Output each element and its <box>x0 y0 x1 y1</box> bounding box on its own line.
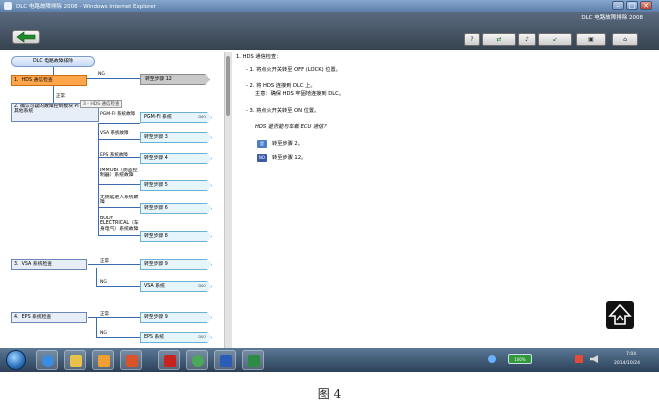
step-4-ng-label: NG <box>100 331 107 336</box>
instruction-step-2: - 2. 将 HDS 连接到 DLC 上。 <box>246 83 316 89</box>
refresh-button[interactable]: ⇄ <box>482 33 516 46</box>
clock-date[interactable]: 2014/10/24 <box>614 361 640 366</box>
ie-taskbar-icon[interactable] <box>36 350 58 370</box>
step-4-num: 4. <box>14 315 19 320</box>
eps-result-label: EPS 系统 <box>144 335 165 340</box>
ok-label: 正常 <box>56 94 65 99</box>
no-action[interactable]: 转至步骤 12。 <box>272 155 306 162</box>
figure-caption: 图 4 <box>317 387 342 401</box>
acrobat-taskbar-icon[interactable] <box>158 350 180 370</box>
instruction-question: HDS 是否能与车载 ECU 通信？ <box>255 124 329 130</box>
step-4-box[interactable]: 4. EPS 系统检查 <box>11 312 87 323</box>
audio-button[interactable]: ♪ <box>518 33 536 46</box>
yes-badge[interactable]: 是 <box>257 140 267 148</box>
yes-action[interactable]: 转至步骤 2。 <box>272 141 303 148</box>
instruction-heading: 1. HDS 通信检查： <box>236 54 282 60</box>
instruction-step-3: - 3. 将点火开关转至 ON 位置。 <box>246 108 320 114</box>
powerpoint-taskbar-icon[interactable] <box>120 350 142 370</box>
step-1-num: 1. <box>14 78 19 83</box>
step-3-normal-label: 正常 <box>100 259 109 264</box>
go-step-12-result[interactable]: 转至步骤 12 <box>140 74 210 85</box>
step-4-label: EPS 系统检查 <box>21 315 52 320</box>
back-arrow-icon <box>16 31 36 43</box>
go-step-9-result-b[interactable]: 转至步骤 9 <box>140 312 212 323</box>
app-title: DLC 电路故障排除 2008 <box>581 15 643 21</box>
vsa-branch-label: VSA 系统故障 <box>100 131 129 136</box>
step-4-normal-label: 正常 <box>100 312 109 317</box>
battery-indicator[interactable]: 100% <box>508 354 532 364</box>
home-button[interactable]: ⌂ <box>612 33 638 46</box>
step-3-label: VSA 系统检查 <box>21 262 53 267</box>
back-button[interactable] <box>12 30 40 44</box>
ng-label: NG <box>98 72 105 77</box>
clock-time[interactable]: 7:04 <box>626 352 636 357</box>
pgm-sub: DSO <box>198 115 206 119</box>
pgm-branch-label: PGM-FI 系统故障 <box>100 112 136 117</box>
ie-icon <box>4 2 12 10</box>
outlook-taskbar-icon[interactable] <box>92 350 114 370</box>
step-3-ng-label: NG <box>100 280 107 285</box>
eps-result[interactable]: EPS 系统 DSO <box>140 332 212 343</box>
minimize-button[interactable]: – <box>612 1 624 10</box>
go-step-6-result[interactable]: 转至步骤 6 <box>140 203 212 214</box>
keyless-branch-label: 无钥匙进入系统故障 <box>100 195 139 206</box>
vsa-result-label: VSA 系统 <box>144 284 165 289</box>
vsa-sub: DSO <box>198 284 206 288</box>
instruction-note: 主意：确保 HDS 牢固地连接到 DLC。 <box>255 91 344 97</box>
flow-start[interactable]: DLC 电路故障排除 <box>11 56 95 67</box>
page-up-icon[interactable] <box>606 301 634 329</box>
maximize-button[interactable]: □ <box>626 1 638 10</box>
step-1-box[interactable]: 1. HDS 通信检查 <box>11 75 87 86</box>
eps-branch-label: EPS 系统故障 <box>100 153 128 158</box>
start-button-icon[interactable] <box>6 350 26 370</box>
word-taskbar-icon[interactable] <box>214 350 236 370</box>
go-step-4-result[interactable]: 转至步骤 4 <box>140 153 212 164</box>
go-step-8-result[interactable]: 转至步骤 8 <box>140 231 212 242</box>
return-button[interactable]: ↙ <box>538 33 572 46</box>
go-step-5-result[interactable]: 转至步骤 5 <box>140 180 212 191</box>
window-button[interactable]: ▣ <box>576 33 606 46</box>
step-1-label: HDS 通信检查 <box>21 78 53 83</box>
tooltip: 3 - HDS 通信检查 <box>80 100 123 108</box>
immob-branch-label: IMMOBI（防盗控制器）系统故障 <box>100 168 138 179</box>
help-button[interactable]: ? <box>464 33 480 46</box>
vsa-result[interactable]: VSA 系统 DSO <box>140 281 212 292</box>
explorer-taskbar-icon[interactable] <box>64 350 86 370</box>
window-title: DLC 电路故障排除 2008 - Windows Internet Explo… <box>16 4 156 10</box>
instruction-step-1: - 1. 将点火开关转至 OFF (LOCK) 位置。 <box>246 67 341 73</box>
go-step-9-result[interactable]: 转至步骤 9 <box>140 259 212 270</box>
close-button[interactable]: ✕ <box>640 1 652 10</box>
pgm-result[interactable]: PGM-FI 系统 DSO <box>140 112 212 123</box>
excel-taskbar-icon[interactable] <box>242 350 264 370</box>
go-step-3-result[interactable]: 转至步骤 3 <box>140 132 212 143</box>
flowchart-pane: DLC 电路故障排除 1. HDS 通信检查 NG 转至步骤 12 正常 2. … <box>0 50 221 348</box>
page-up-glyph <box>608 303 632 325</box>
eps-sub: DSO <box>198 335 206 339</box>
step-3-num: 3. <box>14 262 19 267</box>
scrollbar-thumb[interactable] <box>226 56 230 116</box>
instruction-pane: 1. HDS 通信检查： - 1. 将点火开关转至 OFF (LOCK) 位置。… <box>236 54 641 344</box>
pgm-result-label: PGM-FI 系统 <box>144 115 172 120</box>
no-badge[interactable]: NO <box>257 154 267 162</box>
step-3-box[interactable]: 3. VSA 系统检查 <box>11 259 87 270</box>
chrome-taskbar-icon[interactable] <box>186 350 208 370</box>
body-branch-label: BODY ELECTRICAL（车身电气）系统故障 <box>100 216 139 232</box>
network-icon[interactable] <box>488 355 496 363</box>
security-icon[interactable] <box>575 355 583 363</box>
